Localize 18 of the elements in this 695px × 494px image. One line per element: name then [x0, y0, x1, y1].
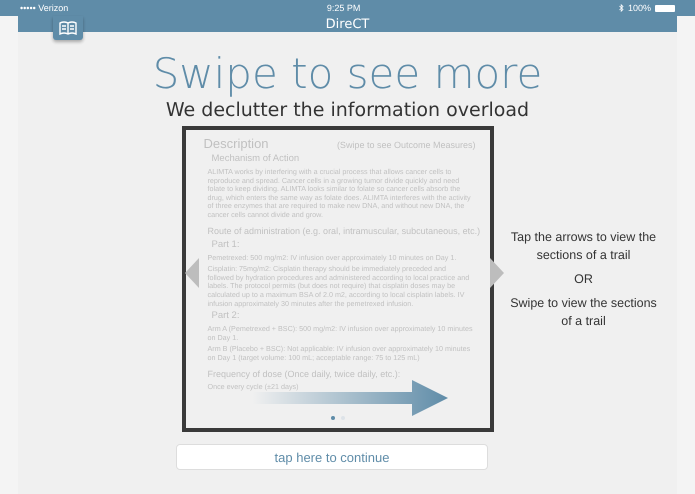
- battery-label: 100%: [628, 3, 651, 13]
- info-card[interactable]: [182, 126, 494, 432]
- next-arrow-icon[interactable]: [490, 258, 504, 288]
- continue-button[interactable]: tap here to continue: [176, 444, 488, 470]
- page-dot[interactable]: [330, 416, 334, 420]
- carrier-label: ••••• Verizon: [20, 3, 68, 13]
- status-time: 9:25 PM: [326, 3, 360, 13]
- book-icon: [59, 21, 77, 35]
- instruction-text: OR: [574, 271, 593, 288]
- instruction-text: Tap the arrows to view the sections of a trail: [510, 229, 658, 264]
- heading: Swipe to see more: [152, 50, 542, 98]
- subheading: We declutter the information overload: [166, 98, 530, 122]
- book-button[interactable]: [53, 16, 83, 40]
- previous-arrow-icon[interactable]: [184, 258, 198, 288]
- bluetooth-icon: [618, 4, 624, 12]
- battery-icon: [655, 4, 675, 12]
- instruction-text: Swipe to view the sections of a trail: [509, 295, 658, 330]
- nav-title: DireCT: [326, 16, 370, 32]
